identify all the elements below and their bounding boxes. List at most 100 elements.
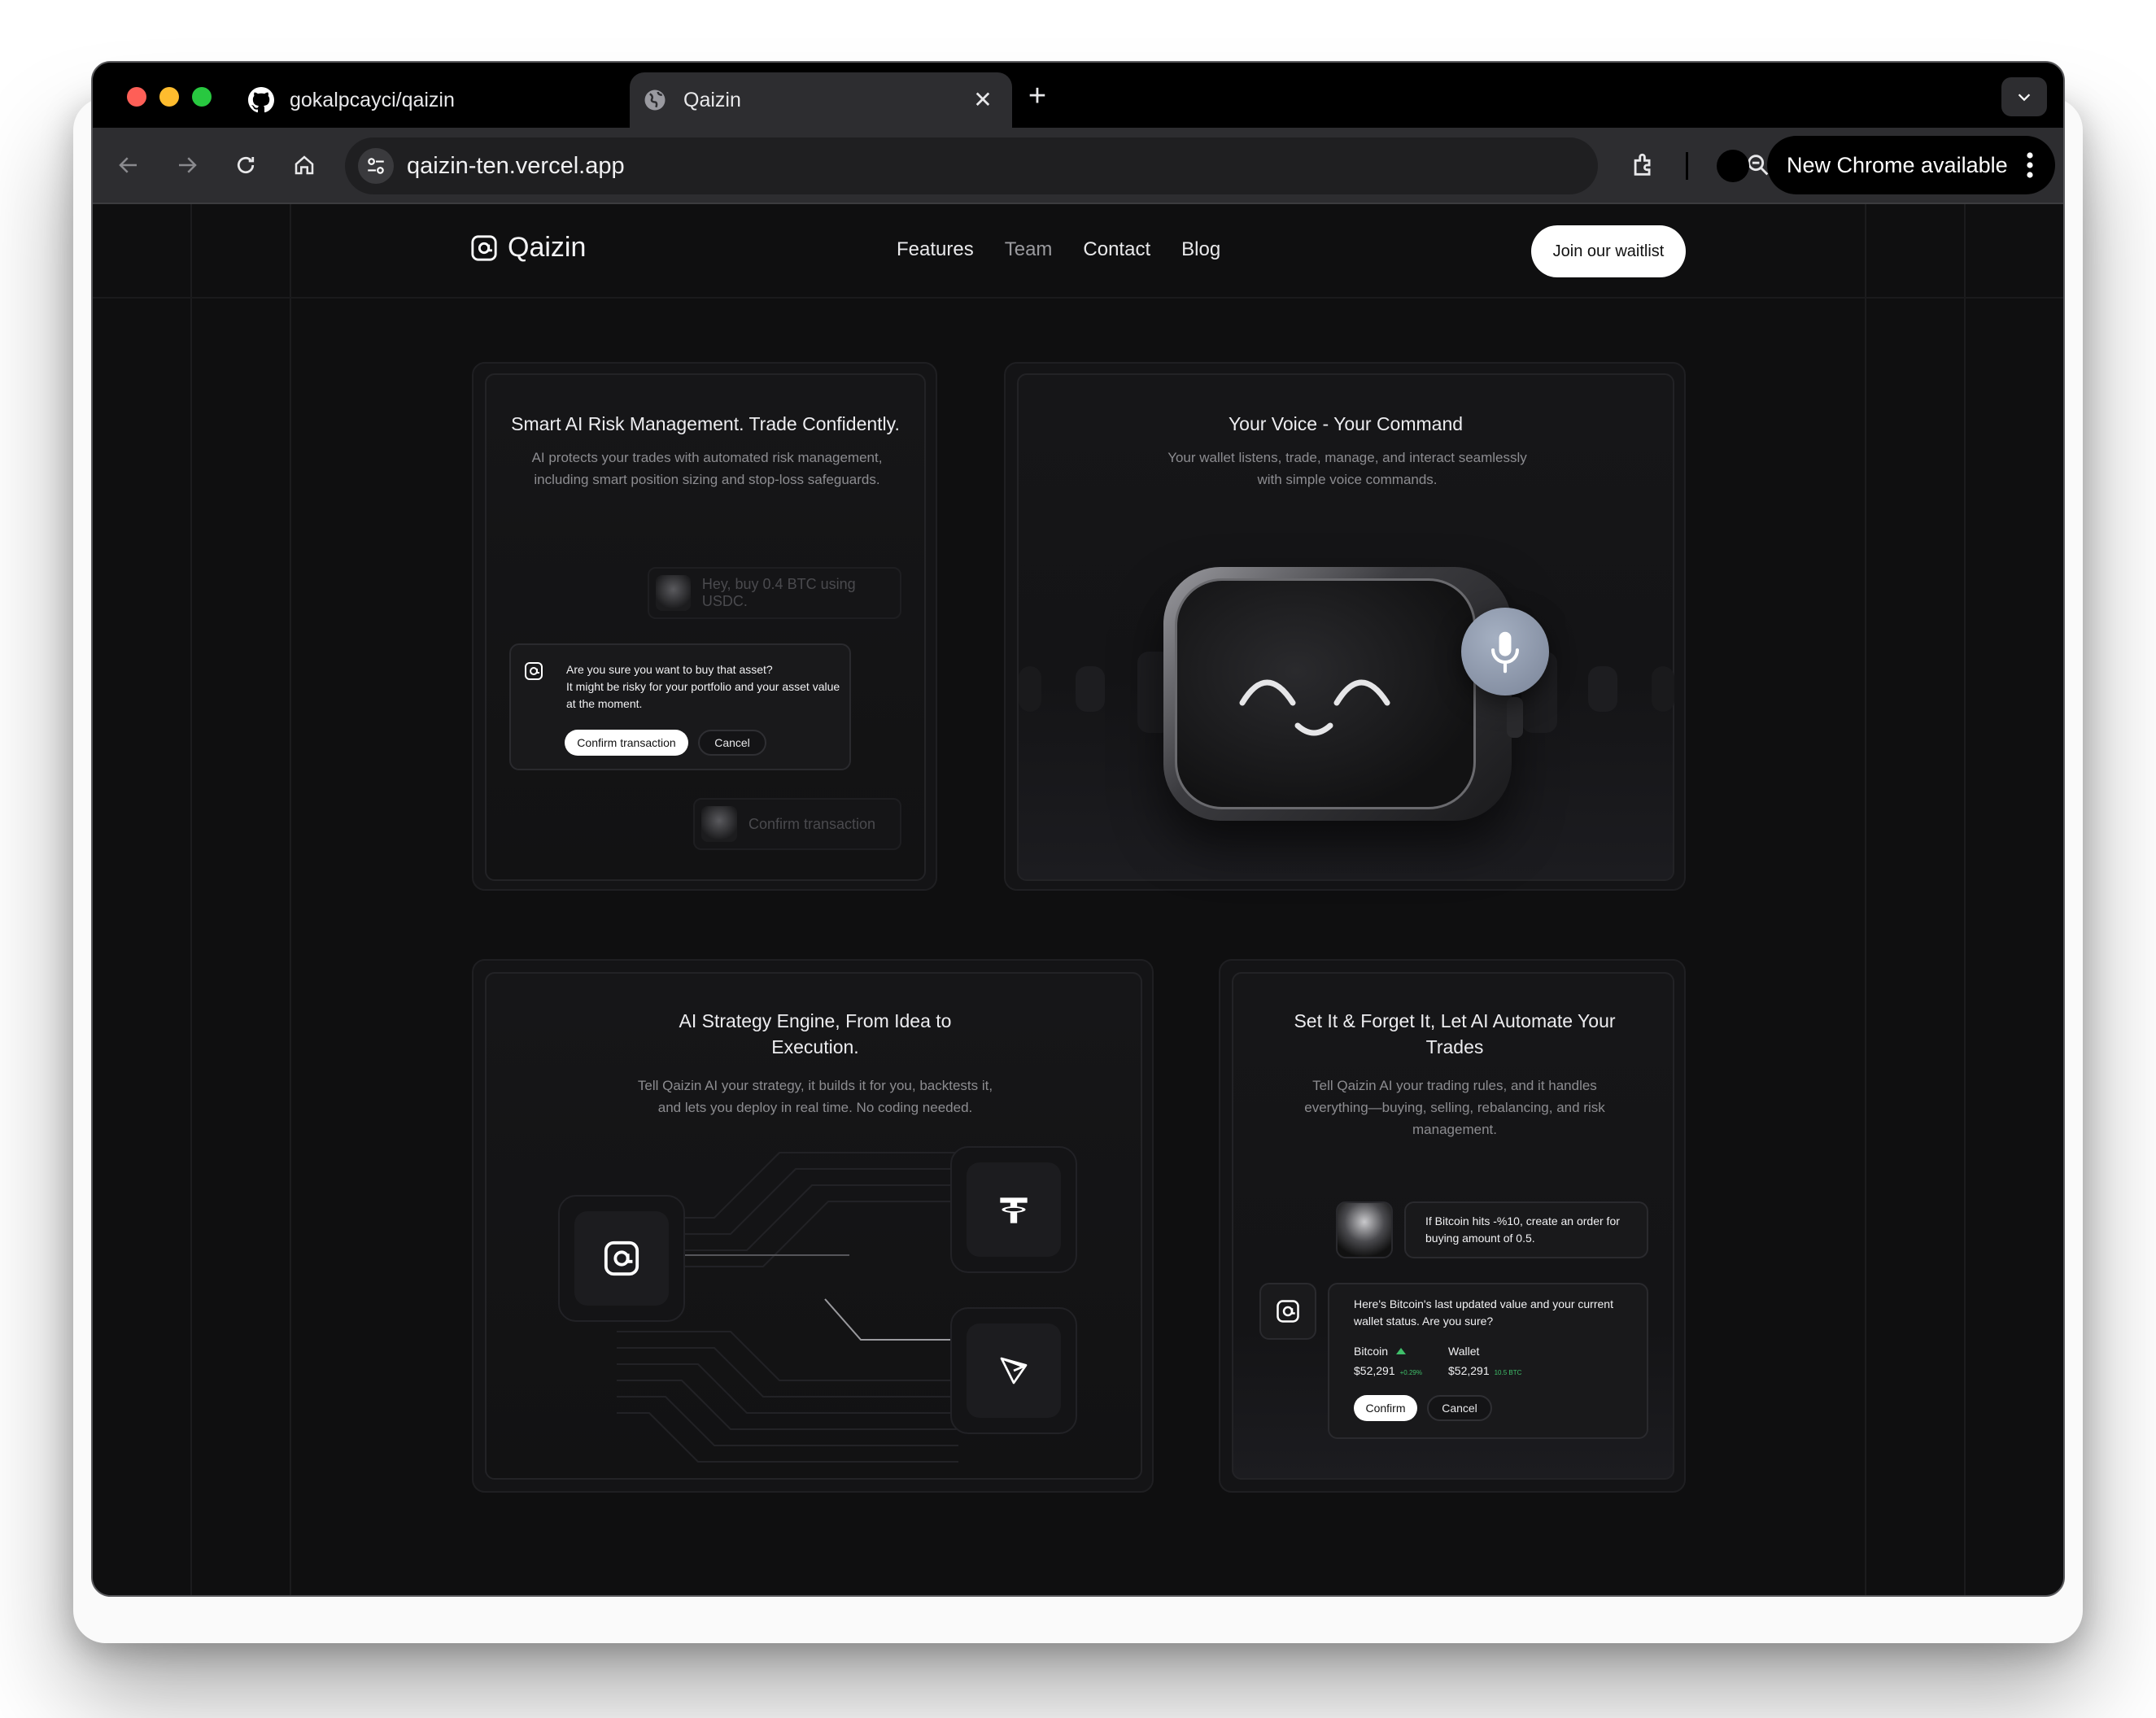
- avatar: [701, 806, 737, 842]
- user-message-bubble: If Bitcoin hits -%10, create an order fo…: [1404, 1201, 1648, 1258]
- wave-bar: [1019, 666, 1041, 712]
- ai-avatar: [1259, 1283, 1316, 1340]
- join-waitlist-button[interactable]: Join our waitlist: [1531, 225, 1686, 277]
- guide-line: [1964, 204, 1966, 1595]
- ai-question: Are you sure you want to buy that asset?: [566, 663, 773, 676]
- wallet-btc: 10.5 BTC: [1494, 1369, 1522, 1376]
- brand-name: Qaizin: [508, 232, 587, 263]
- qaizin-logo-icon: [604, 1241, 639, 1276]
- qaizin-node: [558, 1195, 685, 1322]
- kebab-menu-icon[interactable]: [2026, 150, 2034, 185]
- guide-line: [190, 204, 192, 1595]
- tether-icon: [1000, 1197, 1028, 1223]
- ai-message: Here's Bitcoin's last updated value and …: [1354, 1297, 1613, 1328]
- tether-node: [950, 1146, 1077, 1273]
- nav-link-features[interactable]: Features: [897, 238, 974, 261]
- message-text: Confirm transaction: [748, 815, 876, 832]
- tron-icon: [1000, 1357, 1028, 1384]
- ai-confirmation-dialog: Are you sure you want to buy that asset?…: [509, 643, 851, 770]
- ai-warning: It might be risky for your portfolio and…: [566, 680, 840, 710]
- user-message-bubble: Hey, buy 0.4 BTC using USDC.: [648, 567, 901, 619]
- github-icon: [247, 86, 275, 114]
- risk-management-card: Smart AI Risk Management. Trade Confiden…: [472, 362, 937, 891]
- wave-bar: [1076, 666, 1105, 712]
- cancel-button[interactable]: Cancel: [698, 730, 766, 756]
- user-reply-bubble: Confirm transaction: [693, 798, 901, 850]
- toolbar-divider: [1686, 152, 1688, 180]
- card-title: AI Strategy Engine, From Idea to Executi…: [679, 1010, 952, 1057]
- card-title: Your Voice - Your Command: [1228, 413, 1464, 434]
- bitcoin-label: Bitcoin: [1354, 1345, 1389, 1358]
- bitcoin-stat: Bitcoin $52,291 +0.29%: [1354, 1345, 1422, 1377]
- smiley-face-icon: [1239, 679, 1390, 736]
- wallet-label: Wallet: [1448, 1345, 1480, 1358]
- wallet-value: $52,291: [1448, 1364, 1490, 1377]
- url-text: qaizin-ten.vercel.app: [407, 152, 625, 179]
- robot-side-button: [1507, 697, 1523, 738]
- message-text: Hey, buy 0.4 BTC using USDC.: [701, 576, 856, 609]
- qaizin-logo-icon: [1277, 1300, 1299, 1323]
- voice-command-card: Your Voice - Your Command Your wallet li…: [1004, 362, 1686, 891]
- trend-up-icon: [1396, 1348, 1407, 1354]
- browser-toolbar: qaizin-ten.vercel.app New Chrome availab…: [93, 128, 2063, 204]
- wave-bar: [1652, 666, 1674, 712]
- qaizin-logo-icon: [471, 234, 497, 261]
- bitcoin-value: $52,291: [1354, 1364, 1395, 1377]
- tron-node: [950, 1307, 1077, 1434]
- extensions-icon[interactable]: [1624, 146, 1663, 185]
- close-window-button[interactable]: [127, 87, 146, 107]
- update-label: New Chrome available: [1787, 152, 2008, 177]
- bitcoin-change: +0.29%: [1399, 1369, 1422, 1376]
- tab-search-button[interactable]: [2001, 77, 2047, 116]
- card-description: Tell Qaizin AI your trading rules, and i…: [1304, 1078, 1605, 1137]
- close-tab-icon[interactable]: ✕: [971, 89, 994, 111]
- guide-line: [1865, 204, 1866, 1595]
- microphone-icon: [1491, 631, 1519, 674]
- site-settings-icon[interactable]: [358, 148, 394, 184]
- tab-qaizin[interactable]: Qaizin ✕: [630, 72, 1012, 128]
- forward-icon[interactable]: [168, 146, 207, 185]
- tab-title: Qaizin: [683, 88, 741, 111]
- message-text: If Bitcoin hits -%10, create an order fo…: [1425, 1214, 1620, 1245]
- wave-bar: [1588, 666, 1617, 712]
- web-page: Qaizin Features Team Contact Blog Join o…: [93, 204, 2063, 1595]
- reload-icon[interactable]: [226, 146, 265, 185]
- profile-avatar[interactable]: [1717, 150, 1749, 182]
- nav-link-contact[interactable]: Contact: [1083, 238, 1150, 261]
- strategy-engine-card: AI Strategy Engine, From Idea to Executi…: [472, 959, 1154, 1493]
- wallet-stat: Wallet $52,291 10.5 BTC: [1448, 1345, 1521, 1377]
- brand-logo[interactable]: Qaizin: [470, 232, 586, 264]
- tab-title: gokalpcayci/qaizin: [290, 88, 455, 111]
- robot-head: [1163, 567, 1523, 821]
- avatar: [656, 575, 691, 611]
- home-icon[interactable]: [285, 146, 324, 185]
- maximize-window-button[interactable]: [192, 87, 212, 107]
- globe-icon: [641, 86, 669, 114]
- card-description: AI protects your trades with automated r…: [531, 450, 883, 487]
- site-header: Qaizin Features Team Contact Blog Join o…: [93, 204, 2063, 299]
- update-chrome-button[interactable]: New Chrome available: [1767, 136, 2055, 194]
- user-avatar: [1336, 1201, 1393, 1258]
- back-icon[interactable]: [109, 146, 148, 185]
- nav-link-team[interactable]: Team: [1005, 238, 1053, 261]
- automate-trades-card: Set It & Forget It, Let AI Automate Your…: [1219, 959, 1686, 1493]
- ai-response-card: Here's Bitcoin's last updated value and …: [1328, 1283, 1648, 1439]
- address-bar[interactable]: qaizin-ten.vercel.app: [345, 137, 1825, 194]
- browser-window: gokalpcayci/qaizin ✕ Qaizin ✕ +: [91, 61, 2065, 1597]
- main-nav: Features Team Contact Blog: [897, 238, 1220, 261]
- card-title: Smart AI Risk Management. Trade Confiden…: [511, 413, 900, 434]
- qaizin-logo-icon: [525, 662, 543, 680]
- chevron-down-icon: [2018, 94, 2031, 102]
- card-description: Tell Qaizin AI your strategy, it builds …: [637, 1078, 993, 1115]
- nav-link-blog[interactable]: Blog: [1181, 238, 1220, 261]
- robot-screen: [1175, 578, 1476, 809]
- confirm-transaction-button[interactable]: Confirm transaction: [565, 730, 688, 756]
- card-title: Set It & Forget It, Let AI Automate Your…: [1294, 1010, 1616, 1057]
- card-description: Your wallet listens, trade, manage, and …: [1167, 450, 1527, 487]
- tab-bar: gokalpcayci/qaizin ✕ Qaizin ✕ +: [93, 63, 2063, 128]
- cancel-button[interactable]: Cancel: [1427, 1395, 1492, 1421]
- microphone-button[interactable]: [1461, 608, 1549, 695]
- confirm-button[interactable]: Confirm: [1354, 1395, 1417, 1421]
- minimize-window-button[interactable]: [159, 87, 179, 107]
- new-tab-icon[interactable]: +: [1023, 81, 1052, 111]
